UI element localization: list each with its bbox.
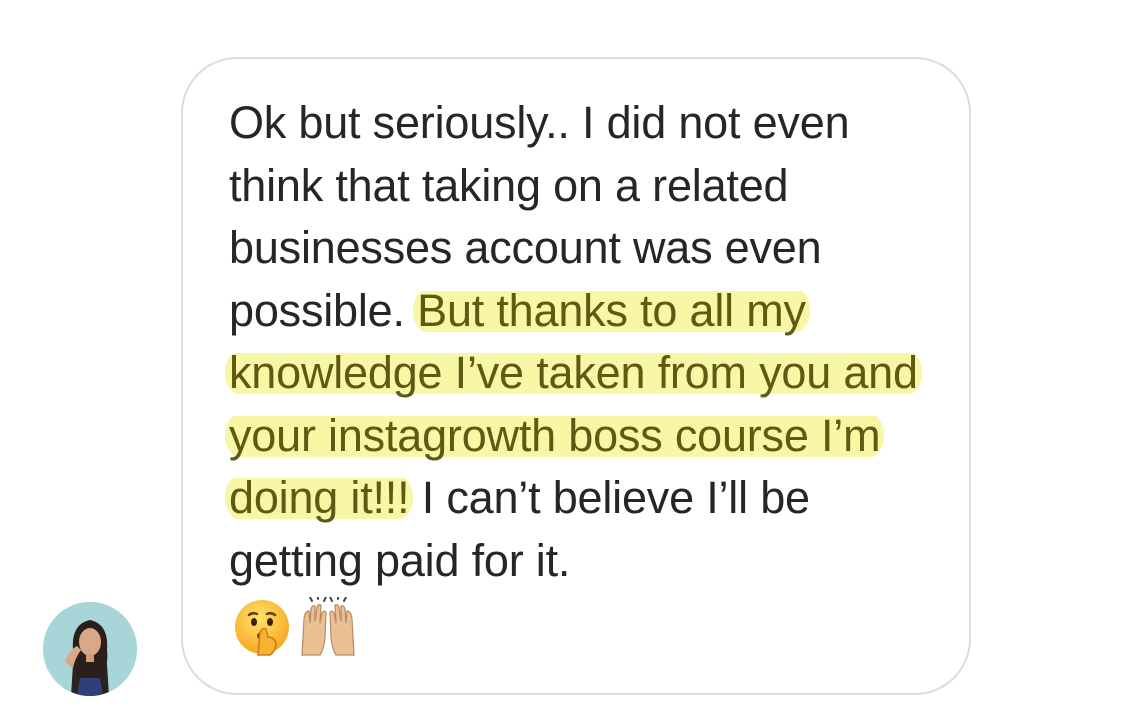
raising-hands-icon [301, 597, 355, 656]
shushing-face-icon [235, 600, 289, 656]
sender-avatar[interactable] [43, 602, 137, 696]
message-emojis [232, 597, 358, 657]
message-text: Ok but seriously.. I did not even think … [225, 92, 929, 592]
avatar-photo [43, 602, 137, 696]
